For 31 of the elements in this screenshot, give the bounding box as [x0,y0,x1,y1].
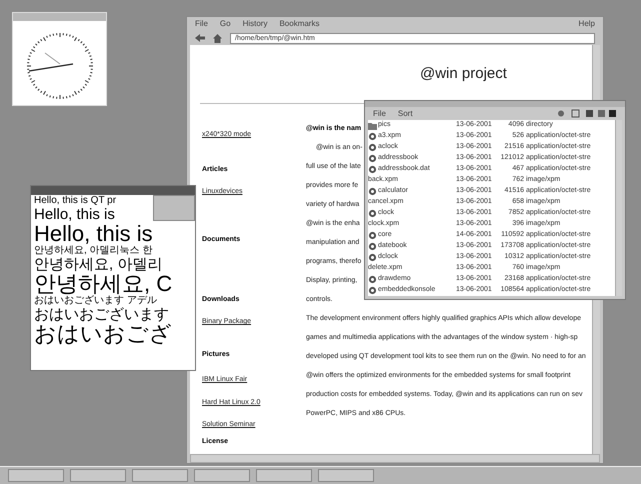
sample-text: 안녕하세요, C [34,273,172,295]
menu-item[interactable]: Sort [398,108,413,120]
taskbar-button[interactable] [318,469,374,482]
toolbar-icons-drawing[interactable] [557,109,617,118]
menu-item[interactable]: Help [578,18,595,30]
vertical-scrollbar[interactable] [615,120,622,296]
taskbar-button[interactable] [256,469,312,482]
page-title: @win project [420,64,507,84]
horizontal-scrollbar[interactable] [190,454,600,463]
menu-item[interactable]: Go [220,18,231,30]
sample-text: Hello, this is QT pr [34,196,116,206]
back-arrow-icon[interactable] [195,34,205,42]
sample-text: 안녕하세요, 아델리눅스 한 [34,246,152,256]
taskbar-button[interactable] [70,469,126,482]
home-icon[interactable] [213,34,222,42]
sample-text: おはいおございます [34,307,169,322]
menu-item[interactable]: File [373,108,386,120]
folder-icon [368,122,377,130]
sample-text: Hello, this is [34,207,115,222]
taskbar-button[interactable] [8,469,64,482]
taskbar-button[interactable] [132,469,188,482]
sample-text: Hello, this is [34,223,153,245]
menu-item[interactable]: History [242,18,268,30]
sample-text: 안녕하세요, 아델리 [34,257,162,272]
sample-text: おはいおござ [34,323,172,345]
taskbar-button[interactable] [194,469,250,482]
menu-item[interactable]: Bookmarks [279,18,320,30]
popup-menu [153,195,195,221]
sample-text: おはいおございます アデル [34,296,157,306]
analog-clock-drawing [25,31,95,101]
menu-item[interactable]: File [195,18,208,30]
